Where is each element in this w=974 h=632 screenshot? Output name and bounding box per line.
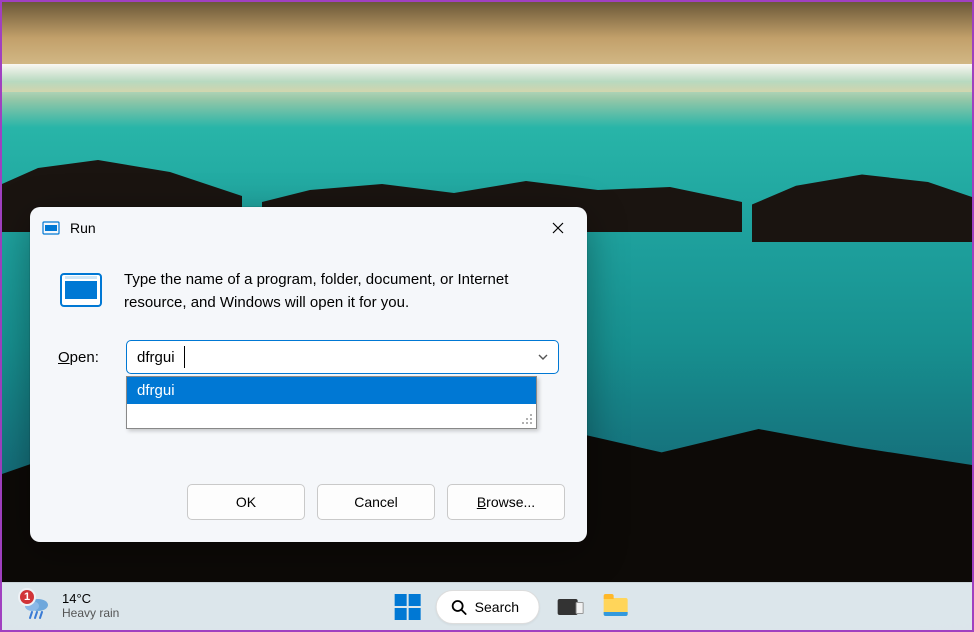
notification-badge: 1 (18, 588, 36, 606)
start-button[interactable] (388, 587, 428, 627)
weather-icon: 1 (22, 592, 52, 622)
task-view-icon (558, 599, 578, 615)
weather-temperature: 14°C (62, 592, 119, 607)
task-view-button[interactable] (548, 587, 588, 627)
titlebar[interactable]: Run (30, 207, 587, 249)
search-button[interactable]: Search (436, 590, 540, 624)
open-label: Open: (58, 349, 114, 366)
dialog-title: Run (70, 220, 535, 236)
resize-grip-icon[interactable] (520, 412, 534, 426)
folder-icon (604, 598, 628, 616)
search-icon (451, 599, 467, 615)
weather-widget[interactable]: 1 14°C Heavy rain (2, 592, 119, 622)
run-icon (42, 219, 60, 237)
autocomplete-dropdown: dfrgui (126, 376, 537, 429)
autocomplete-item[interactable]: dfrgui (127, 377, 536, 404)
run-large-icon (58, 267, 104, 313)
open-input[interactable] (126, 340, 559, 374)
ok-button[interactable]: OK (187, 484, 305, 520)
weather-condition: Heavy rain (62, 607, 119, 621)
search-label: Search (475, 599, 519, 615)
file-explorer-button[interactable] (596, 587, 636, 627)
dialog-description: Type the name of a program, folder, docu… (124, 267, 559, 314)
close-button[interactable] (535, 212, 581, 244)
windows-logo-icon (395, 594, 421, 620)
taskbar: 1 14°C Heavy rain Search (2, 582, 972, 630)
browse-button[interactable]: Browse... (447, 484, 565, 520)
chevron-down-icon[interactable] (533, 347, 553, 367)
cancel-button[interactable]: Cancel (317, 484, 435, 520)
run-dialog: Run Type the name of a program, folder, … (30, 207, 587, 542)
